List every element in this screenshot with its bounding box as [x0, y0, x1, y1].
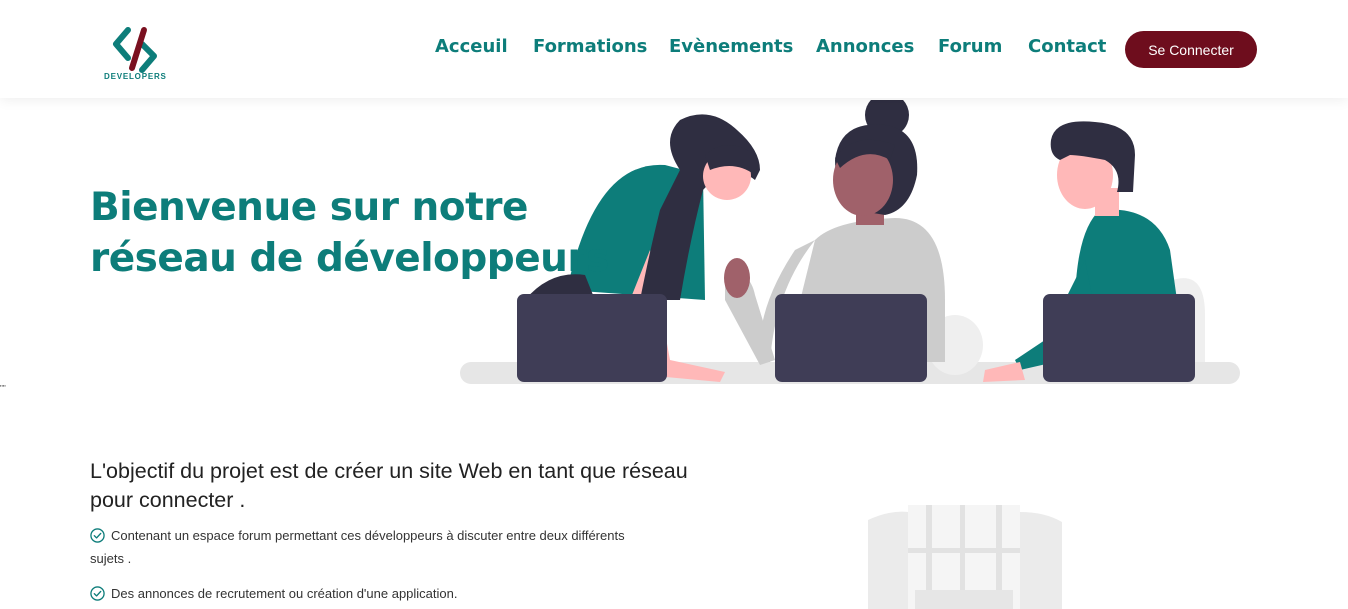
check-circle-icon — [90, 586, 105, 601]
objective-item-text-1: Contenant un espace forum permettant ces… — [90, 528, 625, 566]
login-button[interactable]: Se Connecter — [1125, 31, 1257, 68]
logo-text: DEVELOPERS — [104, 72, 167, 81]
check-circle-icon — [90, 528, 105, 543]
building-illustration — [868, 505, 1062, 609]
nav-forum[interactable]: Forum — [938, 36, 1002, 57]
hero-title-line1: Bienvenue sur notre — [90, 185, 528, 230]
nav-formations[interactable]: Formations — [533, 36, 647, 57]
stray-quotes: "" — [0, 384, 6, 393]
objective-item-1: Contenant un espace forum permettant ces… — [90, 524, 650, 570]
objective-item-2: Des annonces de recrutement ou création … — [90, 582, 650, 605]
hero-title-line2: réseau de développeurs — [90, 236, 609, 281]
nav-contact[interactable]: Contact — [1028, 36, 1106, 57]
objective-title: L'objectif du projet est de créer un sit… — [90, 459, 688, 512]
nav-annonces[interactable]: Annonces — [816, 36, 914, 57]
site-header: DEVELOPERS Acceuil Formations Evènements… — [0, 0, 1348, 98]
hero-title: Bienvenue sur notre réseau de développeu… — [90, 182, 609, 284]
nav-evenements[interactable]: Evènements — [669, 36, 793, 57]
objective-item-text-2: Des annonces de recrutement ou création … — [111, 586, 458, 601]
nav-accueil[interactable]: Acceuil — [435, 36, 508, 57]
